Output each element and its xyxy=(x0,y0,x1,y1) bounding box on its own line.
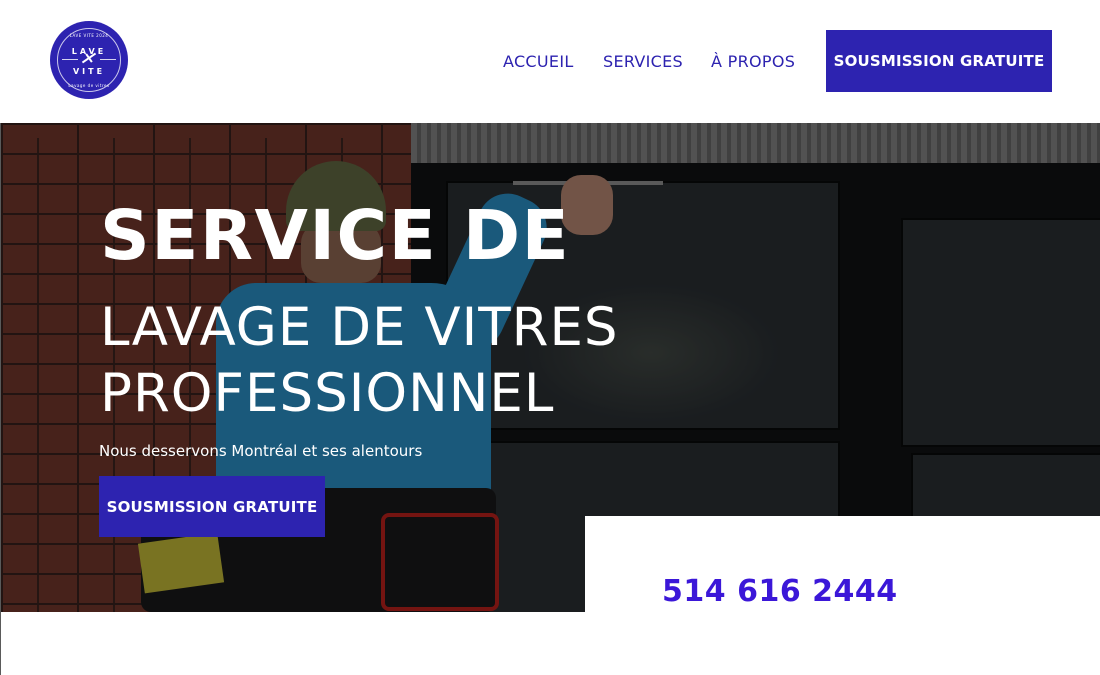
logo[interactable]: LAVE VITE 2024 LAVE VITE Lavage de vitre… xyxy=(50,21,128,99)
header-quote-button[interactable]: SOUSMISSION GRATUITE xyxy=(826,30,1052,92)
hero-subtitle: Nous desservons Montréal et ses alentour… xyxy=(99,442,423,460)
hero-quote-button[interactable]: SOUSMISSION GRATUITE xyxy=(99,476,325,537)
logo-word-top: LAVE xyxy=(71,47,107,56)
phone-number-link[interactable]: 514 616 2444 xyxy=(662,574,898,609)
logo-dash-right xyxy=(100,59,116,60)
nav-link-a-propos[interactable]: À PROPOS xyxy=(711,52,795,71)
hero-title-line-2: PROFESSIONNEL xyxy=(100,363,555,424)
nav-link-services[interactable]: SERVICES xyxy=(603,52,683,71)
logo-dash-left xyxy=(62,59,78,60)
logo-ring-text-top: LAVE VITE 2024 xyxy=(69,33,109,38)
logo-ring-text-bottom: Lavage de vitres xyxy=(68,83,110,88)
logo-word-bottom: VITE xyxy=(72,67,106,76)
hero-title-line-1: LAVAGE DE VITRES xyxy=(100,297,619,358)
nav-link-accueil[interactable]: ACCUEIL xyxy=(503,52,574,71)
hero-title: SERVICE DE xyxy=(100,196,571,276)
site-header: LAVE VITE 2024 LAVE VITE Lavage de vitre… xyxy=(0,0,1100,123)
